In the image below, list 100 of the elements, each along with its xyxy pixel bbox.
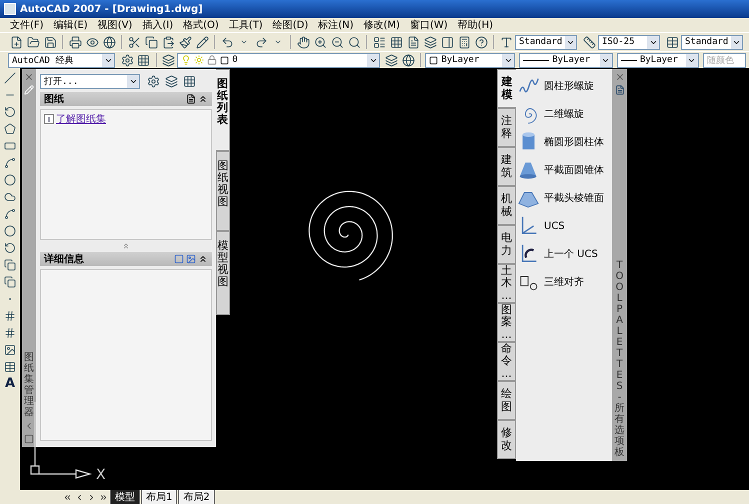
menu-item[interactable]: 插入(I) (138, 18, 178, 32)
sheet-link[interactable]: 了解图纸集 (56, 112, 106, 126)
close-icon[interactable] (614, 72, 624, 82)
text-style-dropdown[interactable]: Standard (515, 34, 577, 50)
lineweight-dropdown[interactable]: ByLayer (616, 52, 699, 68)
menu-item[interactable]: 帮助(H) (454, 18, 497, 32)
square-icon (220, 56, 230, 64)
ruler-icon[interactable] (581, 34, 597, 50)
tool-label[interactable]: 圆柱形螺旋 (544, 79, 594, 93)
image-icon[interactable] (2, 342, 18, 358)
circle-icon[interactable] (2, 223, 18, 239)
palette-tab[interactable]: 机械 (497, 186, 516, 225)
workspace-dropdown[interactable]: AutoCAD 经典 (8, 52, 116, 68)
palette-tab[interactable]: 图案... (497, 303, 516, 342)
menu-item[interactable]: 修改(M) (360, 18, 404, 32)
line-icon[interactable] (2, 70, 18, 86)
menu-item[interactable]: 视图(V) (94, 18, 136, 32)
globe-icon[interactable] (101, 34, 117, 50)
menu-item[interactable]: 工具(T) (224, 18, 267, 32)
scissors-icon[interactable] (126, 34, 142, 50)
text-tool[interactable]: A (4, 376, 16, 391)
tool-label[interactable]: 椭圆形圆柱体 (544, 135, 604, 149)
palette-tab[interactable]: 绘图 (497, 381, 516, 420)
pentagon-icon[interactable] (2, 121, 18, 137)
arc-icon[interactable] (2, 155, 18, 171)
hand-icon[interactable] (295, 34, 311, 50)
menu-item[interactable]: 编辑(E) (50, 18, 92, 32)
layers-icon[interactable] (163, 73, 179, 89)
caret-icon (367, 54, 380, 66)
square-icon[interactable] (174, 254, 184, 264)
dimension-style-dropdown[interactable]: ISO-25 (598, 34, 660, 50)
open-dropdown[interactable]: 打开... (40, 74, 140, 88)
table-style-dropdown[interactable]: Standard (681, 34, 743, 50)
square-icon[interactable] (24, 434, 34, 444)
layout-tab[interactable]: 布局2 (178, 490, 215, 504)
layer-dropdown[interactable]: 0 (177, 52, 380, 68)
copy-icon[interactable] (2, 274, 18, 290)
vertical-tab[interactable]: 模型视图 (216, 231, 230, 315)
drawing-canvas[interactable]: 图纸集管理器 打开... 图纸 了解图纸集 详细信息 图纸列表 图纸视图 模型视图 建模 注释 建筑 机械 电力 土木... 图案... 命令... 绘图 修改 圆柱形螺旋 二维螺旋 椭圆形圆柱体 平截面圆锥体 平截头棱锥面 UCS 上一个 UCS 三维对齐 TOOL PALETTES - 所有选项板 X (20, 68, 749, 490)
search-icon[interactable] (346, 34, 362, 50)
save-icon[interactable] (42, 34, 58, 50)
folder-icon[interactable] (25, 34, 41, 50)
tool-label[interactable]: UCS (544, 220, 565, 232)
vertical-tab[interactable]: 图纸视图 (216, 151, 230, 231)
tool-label[interactable]: 二维螺旋 (544, 107, 584, 121)
menu-item[interactable]: 绘图(D) (268, 18, 312, 32)
group-title: 详细信息 (44, 252, 85, 266)
collapse-icon[interactable] (198, 254, 208, 264)
ucs-axis-label: X (96, 468, 106, 482)
settings-icon[interactable] (119, 52, 135, 68)
grid-icon[interactable] (136, 52, 152, 68)
copy-icon[interactable] (143, 34, 159, 50)
palette-tab[interactable]: 命令... (497, 342, 516, 381)
caret-icon (502, 54, 514, 66)
menu-item[interactable]: 窗口(W) (406, 18, 452, 32)
globe-icon[interactable] (400, 52, 416, 68)
file-icon[interactable] (186, 94, 196, 104)
layers-icon[interactable] (160, 52, 176, 68)
menu-item[interactable]: 格式(O) (179, 18, 223, 32)
palette-tab[interactable]: 修改 (497, 420, 516, 459)
caret-icon (565, 36, 576, 48)
menu-item[interactable]: 文件(F) (6, 18, 48, 32)
printer-icon[interactable] (67, 34, 83, 50)
properties-icon[interactable] (371, 34, 387, 50)
zoom-out-icon[interactable] (329, 34, 345, 50)
palette-tab[interactable]: 建模 (497, 69, 516, 108)
paintbrush-icon[interactable] (177, 34, 193, 50)
tool-label[interactable]: 平截头棱锥面 (544, 191, 604, 205)
grid-icon[interactable] (388, 34, 404, 50)
palette-tab[interactable]: 建筑 (497, 147, 516, 186)
linetype-dropdown[interactable]: ByLayer (519, 52, 613, 68)
layers-icon[interactable] (422, 34, 438, 50)
color-dropdown[interactable]: ByLayer (425, 52, 516, 68)
rotate-icon[interactable] (2, 240, 18, 256)
circle-icon[interactable] (2, 172, 18, 188)
menu-item[interactable]: 标注(N) (314, 18, 358, 32)
grid-icon[interactable] (181, 73, 197, 89)
table-icon[interactable] (664, 34, 680, 50)
tool-label[interactable]: 平截面圆锥体 (544, 163, 604, 177)
layout-tab[interactable]: 布局1 (141, 490, 178, 504)
layers-icon[interactable] (384, 52, 400, 68)
tool-label[interactable]: 三维对齐 (544, 275, 584, 289)
zoom-in-icon[interactable] (312, 34, 328, 50)
collapse-icon[interactable] (198, 94, 208, 104)
spline-icon[interactable] (2, 206, 18, 222)
caret-icon (647, 36, 659, 48)
pencil-icon[interactable] (194, 34, 210, 50)
copy-icon[interactable] (2, 257, 18, 273)
gear-icon[interactable] (145, 73, 161, 89)
palette-tab[interactable]: 电力 (497, 225, 516, 264)
panel-icon[interactable] (439, 34, 455, 50)
layout-tab[interactable]: 模型 (110, 490, 140, 504)
help-icon[interactable] (473, 34, 489, 50)
table-icon[interactable] (2, 359, 18, 375)
close-icon[interactable] (24, 72, 34, 82)
palette-tab[interactable]: 土木... (497, 264, 516, 303)
tool-label[interactable]: 上一个 UCS (544, 247, 598, 261)
palette-tab[interactable]: 注释 (497, 108, 516, 147)
vertical-tab[interactable]: 图纸列表 (216, 69, 230, 151)
splitter-icon[interactable] (122, 242, 130, 250)
